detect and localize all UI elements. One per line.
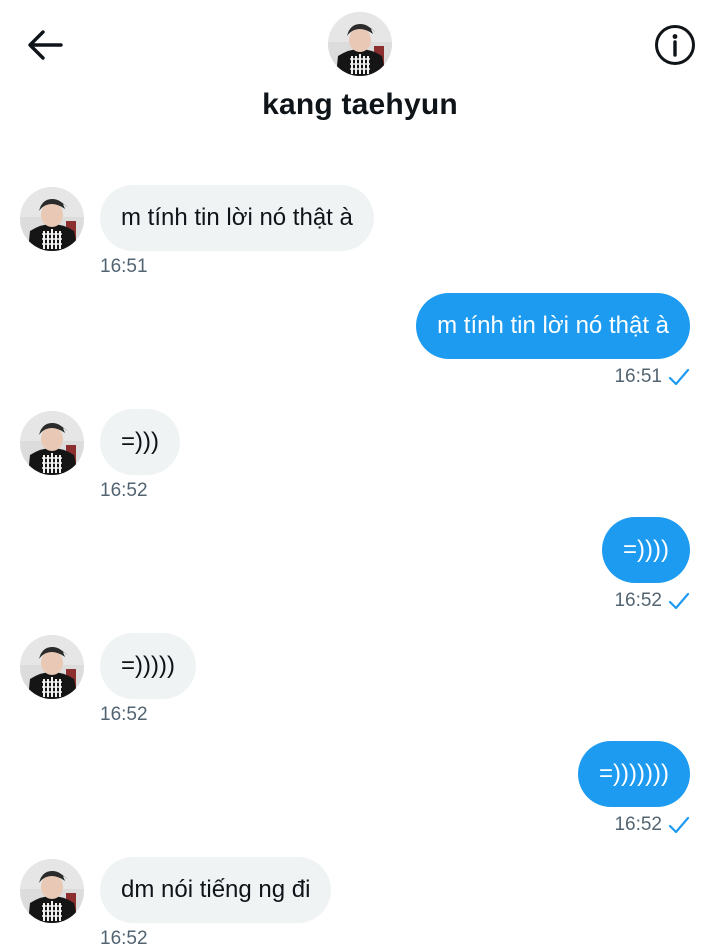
back-button[interactable] — [22, 24, 68, 70]
message-timestamp: 16:52 — [100, 480, 148, 501]
contact-avatar[interactable] — [328, 12, 392, 76]
conversation-header: kang taehyun — [0, 0, 720, 150]
contact-name[interactable]: kang taehyun — [0, 88, 720, 122]
message-timestamp: 16:51 — [614, 366, 662, 387]
message-meta: 16:51 — [614, 366, 690, 388]
message-timestamp: 16:52 — [100, 928, 148, 949]
message-timestamp: 16:51 — [100, 256, 148, 277]
info-circle-icon — [654, 24, 696, 71]
message-timestamp: 16:52 — [614, 590, 662, 611]
incoming-message-bubble[interactable]: m tính tin lời nó thật à — [100, 185, 374, 251]
sender-avatar[interactable] — [20, 187, 84, 251]
outgoing-message-bubble[interactable]: =)))) — [602, 517, 690, 583]
sender-avatar[interactable] — [20, 411, 84, 475]
check-icon — [668, 591, 690, 611]
message-timestamp: 16:52 — [614, 814, 662, 835]
outgoing-message-bubble[interactable]: =))))))) — [578, 741, 690, 807]
message-meta: 16:52 — [614, 814, 690, 836]
sender-avatar[interactable] — [20, 859, 84, 923]
message-meta: 16:52 — [614, 590, 690, 612]
arrow-left-icon — [25, 25, 65, 70]
incoming-message-bubble[interactable]: =))))) — [100, 633, 196, 699]
incoming-message-bubble[interactable]: =))) — [100, 409, 180, 475]
check-icon — [668, 815, 690, 835]
info-button[interactable] — [652, 24, 698, 70]
sender-avatar[interactable] — [20, 635, 84, 699]
message-timestamp: 16:52 — [100, 704, 148, 725]
check-icon — [668, 367, 690, 387]
incoming-message-bubble[interactable]: dm nói tiếng ng đi — [100, 857, 332, 923]
outgoing-message-bubble[interactable]: m tính tin lời nó thật à — [416, 293, 690, 359]
